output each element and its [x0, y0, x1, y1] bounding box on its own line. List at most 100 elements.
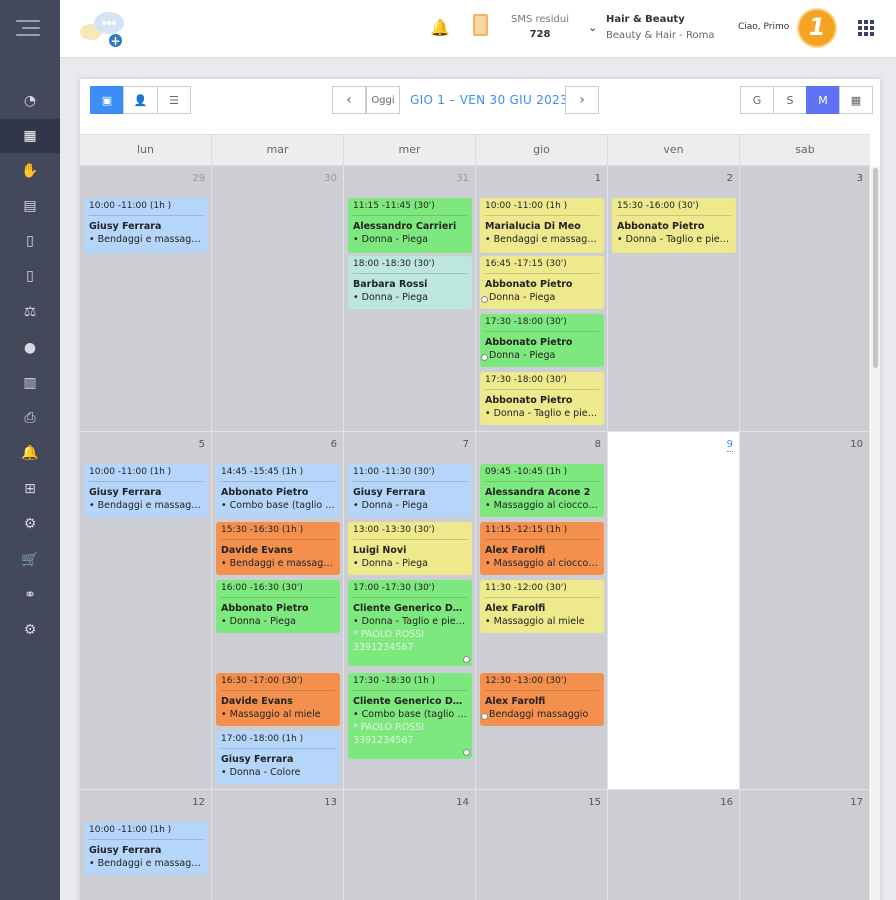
- event-client-name: Alex Farolfi: [485, 695, 546, 707]
- sidebar-printer-icon[interactable]: ⎙: [0, 401, 60, 435]
- business-name[interactable]: Hair & Beauty: [606, 14, 685, 25]
- day-number[interactable]: 16: [720, 797, 733, 808]
- app-logo[interactable]: +: [80, 10, 128, 50]
- day-cell-today[interactable]: 9: [608, 432, 740, 790]
- sidebar-gear-icon[interactable]: ⚙: [0, 507, 60, 541]
- day-cell[interactable]: 17: [740, 790, 870, 900]
- day-number[interactable]: 8: [595, 439, 601, 450]
- sidebar-hand-icon[interactable]: ✋: [0, 154, 60, 188]
- staff-view-icon[interactable]: 👤: [123, 86, 158, 114]
- event-service: Donna - Piega: [489, 350, 556, 361]
- day-cell[interactable]: 10: [740, 432, 870, 790]
- day-cell[interactable]: 16: [608, 790, 740, 900]
- business-chevron-down-icon[interactable]: ⌄: [588, 21, 597, 34]
- day-cell[interactable]: 14: [344, 790, 476, 900]
- day-number[interactable]: 6: [331, 439, 337, 450]
- sidebar-settings-icon[interactable]: ⚙: [0, 613, 60, 647]
- next-button[interactable]: ›: [565, 86, 599, 114]
- appointment-event[interactable]: 09:45 -10:45 (1h ) Alessandra Acone 2 • Ma…: [480, 464, 604, 517]
- menu-toggle-icon[interactable]: [16, 20, 40, 41]
- day-number[interactable]: 3: [857, 173, 863, 184]
- appointment-event[interactable]: 17:30 -18:30 (1h ) Cliente Generico David…: [348, 672, 472, 759]
- appointment-event[interactable]: 10:00 -11:00 (1h ) Giusy Ferrara • Bendagg…: [84, 198, 208, 253]
- day-number[interactable]: 1: [595, 173, 601, 184]
- event-service: • Combo base (taglio + piega): [221, 500, 335, 511]
- sidebar-balance-icon[interactable]: ⚖: [0, 295, 60, 329]
- avatar[interactable]: 1: [797, 8, 837, 48]
- appointment-event[interactable]: 11:00 -11:30 (30') Giusy Ferrara • Donna -…: [348, 464, 472, 517]
- appointment-event[interactable]: 18:00 -18:30 (30') Barbara Rossi • Donna -…: [348, 256, 472, 309]
- event-service: • Bendaggi e massaggio: [89, 500, 203, 511]
- appointment-event[interactable]: 11:15 -12:15 (1h ) Alex Farolfi • Massaggi…: [480, 522, 604, 575]
- sms-remaining-label: SMS residui: [511, 14, 569, 25]
- appointment-event[interactable]: 17:00 -18:00 (1h ) Giusy Ferrara • Donna -…: [216, 730, 340, 784]
- sidebar-invoice-icon[interactable]: ▯: [0, 259, 60, 293]
- event-client-name: Giusy Ferrara: [221, 753, 294, 765]
- appointment-event[interactable]: 16:30 -17:00 (30') Davide Evans • Massaggi…: [216, 672, 340, 726]
- appointment-event[interactable]: 17:00 -17:30 (30') Cliente Generico David…: [348, 580, 472, 666]
- day-number[interactable]: 31: [456, 173, 469, 184]
- view-day-button[interactable]: G: [740, 86, 774, 114]
- calendar-picker-icon[interactable]: ▦: [839, 86, 873, 114]
- appointment-event[interactable]: 10:00 -11:00 (1h ) Giusy Ferrara • Bendagg…: [84, 464, 208, 517]
- sidebar-cart-icon[interactable]: 🛒: [0, 543, 60, 577]
- appointment-event[interactable]: 15:30 -16:30 (1h ) Davide Evans • Bendaggi…: [216, 522, 340, 575]
- day-number[interactable]: 7: [463, 439, 469, 450]
- prev-button[interactable]: ‹: [332, 86, 366, 114]
- day-appointments-view-icon[interactable]: ▣: [90, 86, 124, 114]
- calendar-card: ▣ 👤 ☰ ‹ Oggi GIO 1 – VEN 30 GIU 2023 › G…: [80, 79, 880, 900]
- sidebar-gift-icon[interactable]: ⊞: [0, 472, 60, 506]
- business-location[interactable]: Beauty & Hair - Roma: [606, 30, 714, 41]
- appointment-event[interactable]: 16:00 -16:30 (30') Abbonato Pietro • Donna…: [216, 580, 340, 633]
- sidebar-warehouse-icon[interactable]: ▥: [0, 366, 60, 400]
- day-number[interactable]: 9: [726, 439, 733, 452]
- list-view-icon[interactable]: ☰: [157, 86, 191, 114]
- appointment-event[interactable]: 13:00 -13:30 (30') Luigi Novi • Donna - Pi…: [348, 522, 472, 575]
- day-number[interactable]: 29: [192, 173, 205, 184]
- appointment-event[interactable]: 10:00 -11:00 (1h ) Giusy Ferrara • Bendagg…: [84, 822, 208, 875]
- appointment-event[interactable]: 11:30 -12:00 (30') Alex Farolfi • Massaggi…: [480, 580, 604, 633]
- event-service: • Combo base (taglio + piega): [353, 708, 467, 720]
- event-client-name: Davide Evans: [221, 545, 293, 556]
- appointment-event[interactable]: 14:45 -15:45 (1h ) Abbonato Pietro • Combo…: [216, 464, 340, 517]
- day-number[interactable]: 17: [850, 797, 863, 808]
- sidebar-id-card-icon[interactable]: ▤: [0, 189, 60, 223]
- day-cell[interactable]: 30: [212, 166, 344, 432]
- sidebar-handshake-icon[interactable]: ⚭: [0, 578, 60, 612]
- appointment-event[interactable]: 17:30 -18:00 (30') Abbonato Pietro Donna -…: [480, 314, 604, 367]
- sidebar-document-icon[interactable]: ▯: [0, 224, 60, 258]
- appointment-event[interactable]: 10:00 -11:00 (1h ) Marialucia Di Meo • Ben…: [480, 198, 604, 253]
- day-cell[interactable]: 3: [740, 166, 870, 432]
- notifications-bell-icon[interactable]: 🔔: [430, 18, 450, 37]
- event-service: • Massaggio al miele: [485, 616, 585, 627]
- day-number[interactable]: 2: [727, 173, 733, 184]
- appointment-event[interactable]: 17:30 -18:00 (30') Abbonato Pietro • Donna…: [480, 372, 604, 425]
- sidebar-pie-chart-icon[interactable]: ◔: [0, 84, 60, 118]
- appointment-event[interactable]: 16:45 -17:15 (30') Abbonato Pietro Donna -…: [480, 256, 604, 309]
- event-time: 10:00 -11:00 (1h ): [89, 200, 203, 216]
- sidebar-calendar-icon[interactable]: ▦: [0, 119, 60, 153]
- sidebar-bell-icon[interactable]: 🔔: [0, 436, 60, 470]
- view-month-button[interactable]: M: [806, 86, 840, 114]
- day-number[interactable]: 12: [192, 797, 205, 808]
- view-week-button[interactable]: S: [773, 86, 807, 114]
- appointment-event[interactable]: 11:15 -11:45 (30') Alessandro Carrieri • D…: [348, 198, 472, 253]
- day-number[interactable]: 10: [850, 439, 863, 450]
- event-time: 13:00 -13:30 (30'): [353, 524, 467, 540]
- apps-grid-icon[interactable]: [858, 20, 874, 36]
- today-button[interactable]: Oggi: [366, 86, 400, 114]
- day-cell[interactable]: 13: [212, 790, 344, 900]
- day-cell[interactable]: 15: [476, 790, 608, 900]
- day-number[interactable]: 5: [199, 439, 205, 450]
- event-note: * PAOLO ROSSI: [353, 629, 425, 640]
- user-greeting: Ciao, Primo: [738, 22, 790, 32]
- appointment-event[interactable]: 12:30 -13:00 (30') Alex Farolfi Bendaggi m…: [480, 672, 604, 726]
- day-number[interactable]: 30: [324, 173, 337, 184]
- sidebar-piggy-bank-icon[interactable]: ●: [0, 331, 60, 365]
- calendar-scrollbar[interactable]: [871, 166, 880, 900]
- status-dot-icon: [481, 712, 488, 720]
- appointment-event[interactable]: 15:30 -16:00 (30') Abbonato Pietro • Donna…: [612, 198, 736, 253]
- day-number[interactable]: 13: [324, 797, 337, 808]
- day-number[interactable]: 14: [456, 797, 469, 808]
- day-number[interactable]: 15: [588, 797, 601, 808]
